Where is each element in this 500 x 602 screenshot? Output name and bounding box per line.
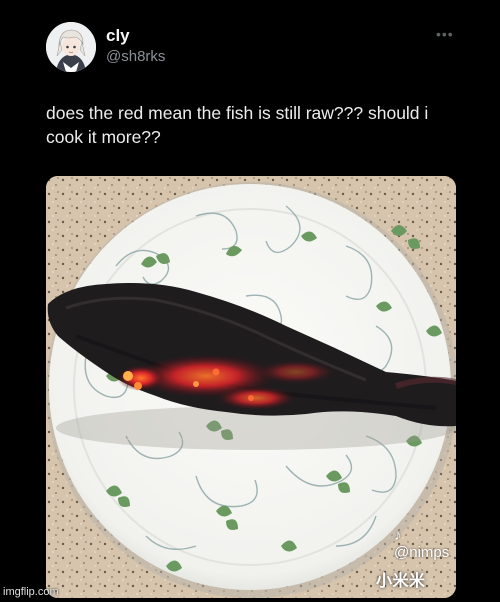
display-name[interactable]: cly <box>106 26 130 46</box>
avatar[interactable] <box>46 22 96 72</box>
tiktok-watermark: ♪ @nimps <box>394 527 456 561</box>
user-handle[interactable]: @sh8rks <box>106 48 165 65</box>
tweet-card: cly @sh8rks ••• does the red mean the fi… <box>0 0 500 602</box>
avatar-illustration <box>46 22 96 72</box>
tiktok-handle: @nimps <box>394 544 450 561</box>
more-options-icon[interactable]: ••• <box>436 26 454 42</box>
tweet-text: does the red mean the fish is still raw?… <box>46 103 429 147</box>
watermark-username: 小米米 <box>376 573 426 590</box>
tiktok-icon: ♪ <box>394 527 402 544</box>
tweet-photo[interactable]: ♪ @nimps 小米米 <box>46 176 456 598</box>
imgflip-credit: imgflip.com <box>3 586 59 598</box>
